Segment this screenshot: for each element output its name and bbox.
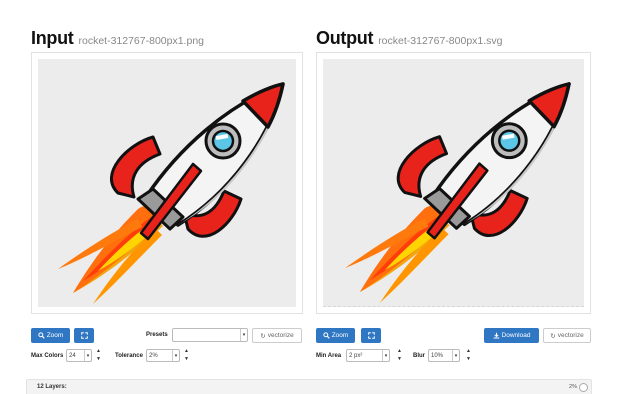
download-label: Download [501,332,531,339]
presets-label: Presets [146,332,168,338]
input-panel: Input rocket-312767-800px1.png [31,28,303,314]
max-colors-label: Max Colors [31,353,64,359]
tolerance-select[interactable]: 2% ▾ [146,349,180,362]
chevron-down-icon[interactable]: ▼ [466,356,471,362]
chevron-down-icon[interactable]: ▼ [96,356,101,362]
layers-panel[interactable]: 12 Layers: 2% [26,379,592,394]
download-icon [493,332,499,339]
expand-icon [80,332,88,339]
output-zoom-label: Zoom [331,332,349,339]
layers-count: 12 Layers: [37,384,67,390]
output-vectorize-label: vectorize [557,332,584,339]
output-zoom-button[interactable]: Zoom [316,328,355,343]
input-heading: Input [31,28,74,48]
chevron-down-icon: ▾ [452,350,459,361]
min-area-value: 2 px² [349,352,363,359]
output-image-canvas[interactable] [316,52,591,314]
chevron-down-icon: ▾ [172,350,179,361]
tolerance-stepper[interactable]: ▲ ▼ [183,348,190,362]
input-vectorize-label: vectorize [267,332,294,339]
chevron-down-icon[interactable]: ▼ [397,356,402,362]
input-image-canvas[interactable] [31,52,303,314]
chevron-up-icon[interactable]: ▲ [96,348,101,354]
input-filename: rocket-312767-800px1.png [78,35,204,47]
min-area-label: Min Area [316,353,342,359]
rocket-vector-image [343,82,571,305]
refresh-icon: ↻ [550,332,556,340]
blur-select[interactable]: 10% ▾ [428,349,460,362]
chevron-down-icon[interactable]: ▼ [184,356,189,362]
min-area-stepper[interactable]: ▲ ▼ [396,348,403,362]
chevron-up-icon[interactable]: ▲ [397,348,402,354]
tolerance-value: 2% [149,352,158,359]
max-colors-select[interactable]: 24 ▾ [66,349,92,362]
chevron-down-icon: ▾ [240,329,247,341]
tolerance-label: Tolerance [115,353,143,359]
output-title: Output rocket-312767-800px1.svg [316,28,591,52]
expand-icon [367,332,375,339]
output-filename: rocket-312767-800px1.svg [378,35,503,47]
blur-stepper[interactable]: ▲ ▼ [465,348,472,362]
min-area-select[interactable]: 2 px² ▾ [346,349,390,362]
max-colors-stepper[interactable]: ▲ ▼ [95,348,102,362]
download-button[interactable]: Download [484,328,539,343]
max-colors-value: 24 [69,352,76,359]
chevron-up-icon[interactable]: ▲ [466,348,471,354]
refresh-icon: ↻ [260,332,266,340]
chevron-down-icon: ▾ [84,350,91,361]
input-fullscreen-button[interactable] [74,328,94,343]
input-zoom-button[interactable]: Zoom [31,328,70,343]
chevron-up-icon[interactable]: ▲ [184,348,189,354]
search-icon [38,332,45,339]
rocket-image [56,82,285,306]
chevron-down-icon: ▾ [382,350,389,361]
search-icon [323,332,330,339]
output-panel: Output rocket-312767-800px1.svg [316,28,591,314]
blur-value: 10% [431,352,444,359]
output-fullscreen-button[interactable] [361,328,381,343]
blur-label: Blur [413,353,425,359]
layers-toggle[interactable] [579,383,588,392]
input-title: Input rocket-312767-800px1.png [31,28,303,52]
output-heading: Output [316,28,374,48]
input-vectorize-button[interactable]: ↻ vectorize [252,328,302,343]
output-vectorize-button[interactable]: ↻ vectorize [543,328,591,343]
layers-percent: 2% [569,384,577,390]
input-zoom-label: Zoom [46,332,64,339]
presets-select[interactable]: ▾ [172,328,248,342]
